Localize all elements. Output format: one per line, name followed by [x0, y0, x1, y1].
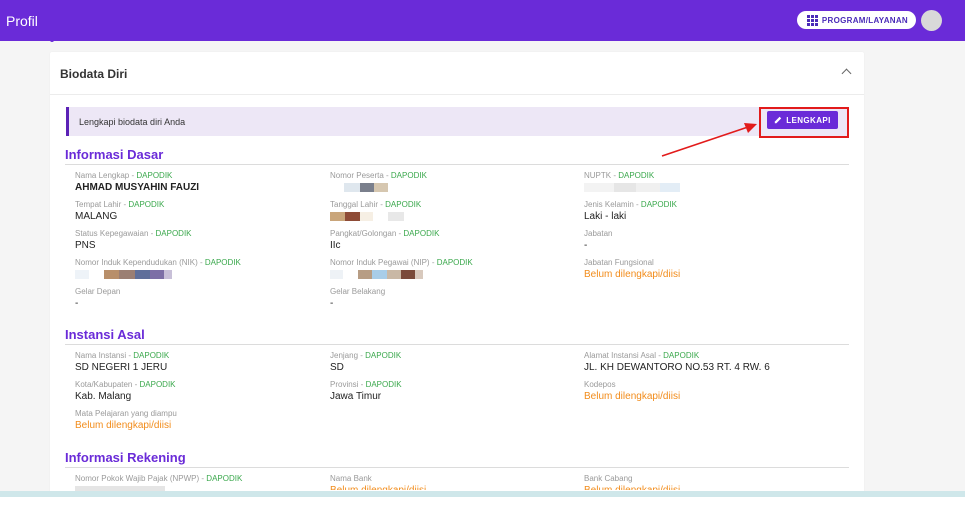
- section-title-informasi-dasar: Informasi Dasar: [65, 147, 164, 162]
- field-status-kepegawaian: Status Kepegawaian - DAPODIK PNS: [75, 229, 192, 251]
- field-kodepos: Kodepos Belum dilengkapi/diisi: [584, 380, 824, 403]
- alert-text: Lengkapi biodata diri Anda: [79, 117, 186, 127]
- page-title: Profil: [6, 12, 38, 29]
- field-nama-lengkap: Nama Lengkap - DAPODIK AHMAD MUSYAHIN FA…: [75, 171, 315, 194]
- field-nama-instansi: Nama Instansi - DAPODIK SD NEGERI 1 JERU: [75, 351, 170, 373]
- section-divider: [65, 344, 849, 345]
- topbar-indicator: [50, 38, 54, 42]
- field-nama-bank: Nama Bank Belum dilengkapi/diisi: [330, 474, 570, 490]
- card-title: Biodata Diri: [60, 67, 128, 81]
- redacted-value: [330, 183, 570, 192]
- biodata-card: Biodata Diri Lengkapi biodata diri Anda …: [50, 52, 864, 506]
- card-header[interactable]: Biodata Diri: [50, 52, 864, 95]
- redacted-value: [330, 212, 570, 221]
- nama-lengkap-value: AHMAD MUSYAHIN FAUZI: [75, 182, 200, 193]
- field-nuptk: NUPTK - DAPODIK: [584, 171, 824, 192]
- field-gelar-depan: Gelar Depan -: [75, 287, 121, 309]
- section-divider: [65, 467, 849, 468]
- section-title-informasi-rekening: Informasi Rekening: [65, 450, 186, 465]
- program-layanan-label: PROGRAM/LAYANAN: [821, 15, 908, 25]
- redacted-value: [584, 183, 824, 192]
- field-npwp: Nomor Pokok Wajib Pajak (NPWP) - DAPODIK: [75, 474, 315, 492]
- field-jenjang: Jenjang - DAPODIK SD: [330, 351, 402, 373]
- lengkapi-button[interactable]: LENGKAPI: [767, 111, 838, 129]
- field-kota: Kota/Kabupaten - DAPODIK Kab. Malang: [75, 380, 176, 402]
- field-tanggal-lahir: Tanggal Lahir - DAPODIK: [330, 200, 570, 221]
- lengkapi-label: LENGKAPI: [786, 115, 831, 125]
- bottom-area: [0, 497, 965, 506]
- field-nik: Nomor Induk Kependudukan (NIK) - DAPODIK: [75, 258, 315, 279]
- bank-cabang-link[interactable]: Belum dilengkapi/diisi: [584, 484, 824, 490]
- chevron-up-icon[interactable]: [841, 68, 852, 79]
- top-bar: Profil PROGRAM/LAYANAN: [0, 0, 965, 41]
- field-jabatan-fungsional: Jabatan Fungsional Belum dilengkapi/diis…: [584, 258, 824, 281]
- field-bank-cabang: Bank Cabang Belum dilengkapi/diisi: [584, 474, 824, 490]
- field-pangkat: Pangkat/Golongan - DAPODIK IIc: [330, 229, 440, 251]
- redacted-value: [330, 270, 570, 279]
- field-tempat-lahir: Tempat Lahir - DAPODIK MALANG: [75, 200, 165, 222]
- jabatan-fungsional-link[interactable]: Belum dilengkapi/diisi: [584, 268, 824, 281]
- section-title-instansi-asal: Instansi Asal: [65, 327, 145, 342]
- field-alamat: Alamat Instansi Asal - DAPODIK JL. KH DE…: [584, 351, 770, 373]
- annotation-arrow: [661, 123, 757, 157]
- mapel-link[interactable]: Belum dilengkapi/diisi: [75, 419, 315, 432]
- field-nomor-peserta: Nomor Peserta - DAPODIK: [330, 171, 570, 192]
- field-gelar-belakang: Gelar Belakang -: [330, 287, 386, 309]
- pencil-icon: [775, 116, 782, 124]
- field-provinsi: Provinsi - DAPODIK Jawa Timur: [330, 380, 402, 402]
- kodepos-link[interactable]: Belum dilengkapi/diisi: [584, 390, 824, 403]
- program-layanan-button[interactable]: PROGRAM/LAYANAN: [796, 11, 916, 29]
- field-jabatan: Jabatan -: [584, 229, 613, 251]
- field-nip: Nomor Induk Pegawai (NIP) - DAPODIK: [330, 258, 570, 279]
- section-divider: [65, 164, 849, 165]
- grid-icon: [806, 14, 818, 26]
- field-jenis-kelamin: Jenis Kelamin - DAPODIK Laki - laki: [584, 200, 677, 222]
- avatar[interactable]: [921, 10, 942, 31]
- field-mapel: Mata Pelajaran yang diampu Belum dilengk…: [75, 409, 315, 432]
- redacted-value: [75, 270, 315, 279]
- nama-bank-link[interactable]: Belum dilengkapi/diisi: [330, 484, 570, 490]
